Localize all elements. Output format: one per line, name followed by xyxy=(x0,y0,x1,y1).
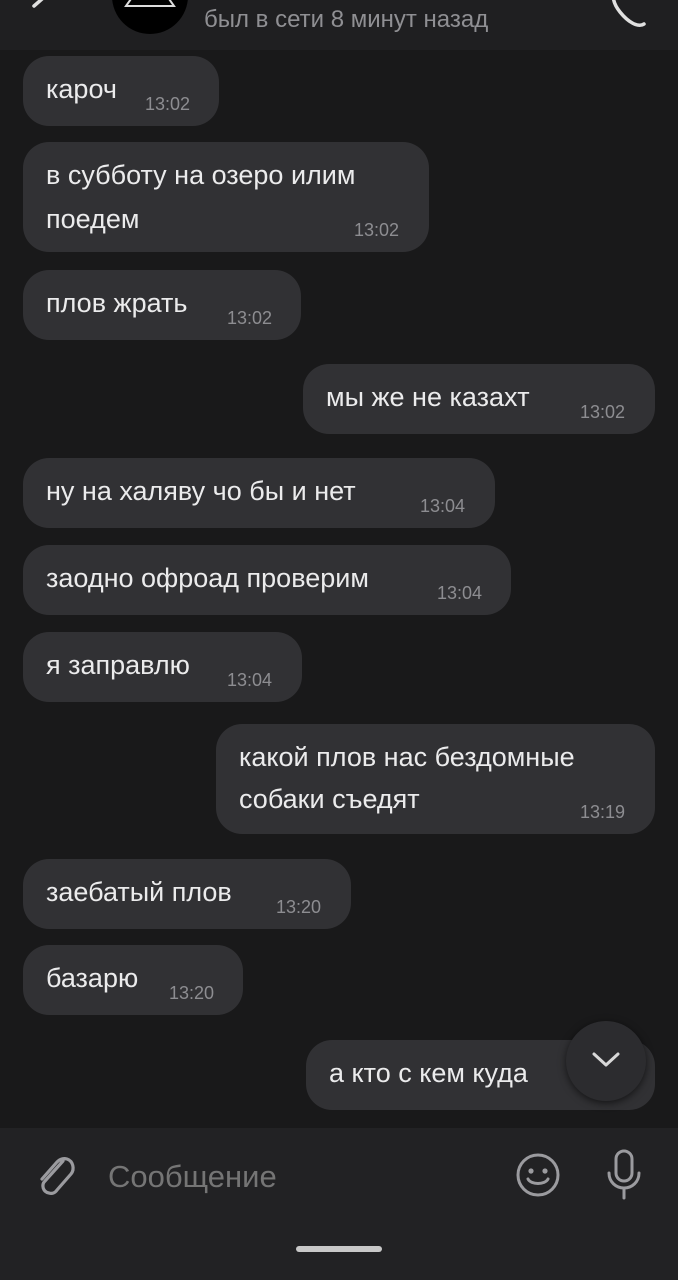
message-text: плов жрать xyxy=(46,288,188,318)
microphone-icon[interactable] xyxy=(602,1148,646,1202)
message-incoming[interactable]: заебатый плов 13:20 xyxy=(23,859,351,929)
message-incoming[interactable]: заодно офроад проверим 13:04 xyxy=(23,545,511,615)
message-incoming[interactable]: базарю 13:20 xyxy=(23,945,243,1015)
paperclip-icon[interactable] xyxy=(30,1149,78,1201)
avatar[interactable] xyxy=(112,0,188,34)
back-arrow-icon[interactable] xyxy=(26,0,60,20)
message-text: заебатый плов xyxy=(46,877,232,907)
message-time: 13:02 xyxy=(354,220,400,240)
message-text-line-2: собаки съедят xyxy=(239,784,420,814)
message-text: мы же не казахт xyxy=(326,382,530,412)
emoji-icon[interactable] xyxy=(514,1151,562,1199)
message-text: я заправлю xyxy=(46,650,190,680)
message-text-line-2: поедем xyxy=(46,204,140,234)
message-time: 13:02 xyxy=(227,308,273,328)
message-time: 13:02 xyxy=(145,94,191,114)
message-time: 13:04 xyxy=(420,496,466,516)
message-text: кароч xyxy=(46,74,117,104)
message-time: 13:19 xyxy=(580,802,626,822)
message-incoming[interactable]: я заправлю 13:04 xyxy=(23,632,302,702)
phone-icon[interactable] xyxy=(606,0,654,32)
message-time: 13:04 xyxy=(437,583,483,603)
message-time: 13:02 xyxy=(580,402,626,422)
message-incoming[interactable]: кароч 13:02 xyxy=(23,56,219,126)
message-composer xyxy=(0,1128,678,1280)
message-time: 13:04 xyxy=(227,670,273,690)
message-outgoing[interactable]: какой плов нас бездомные собаки съедят 1… xyxy=(216,724,655,834)
message-input[interactable] xyxy=(108,1155,488,1199)
message-text-line-1: в субботу на озеро илим xyxy=(46,160,356,190)
message-text: заодно офроад проверим xyxy=(46,563,369,593)
message-text-line-1: какой плов нас бездомные xyxy=(239,742,575,772)
message-incoming[interactable]: ну на халяву чо бы и нет 13:04 xyxy=(23,458,495,528)
message-incoming[interactable]: плов жрать 13:02 xyxy=(23,270,301,340)
contact-status: был в сети 8 минут назад xyxy=(204,6,489,33)
message-time: 13:20 xyxy=(276,897,322,917)
message-time: 13:20 xyxy=(169,983,215,1003)
message-incoming[interactable]: в субботу на озеро илим поедем 13:02 xyxy=(23,142,429,252)
scroll-to-bottom-button[interactable] xyxy=(566,1021,646,1101)
message-outgoing[interactable]: мы же не казахт 13:02 xyxy=(303,364,655,434)
message-text: ну на халяву чо бы и нет xyxy=(46,476,356,506)
message-text: базарю xyxy=(46,963,139,993)
chat-header: был в сети 8 минут назад xyxy=(0,0,678,50)
home-indicator[interactable] xyxy=(296,1246,382,1252)
chevron-down-icon xyxy=(592,1052,620,1067)
message-text: а кто с кем куда xyxy=(329,1058,528,1088)
